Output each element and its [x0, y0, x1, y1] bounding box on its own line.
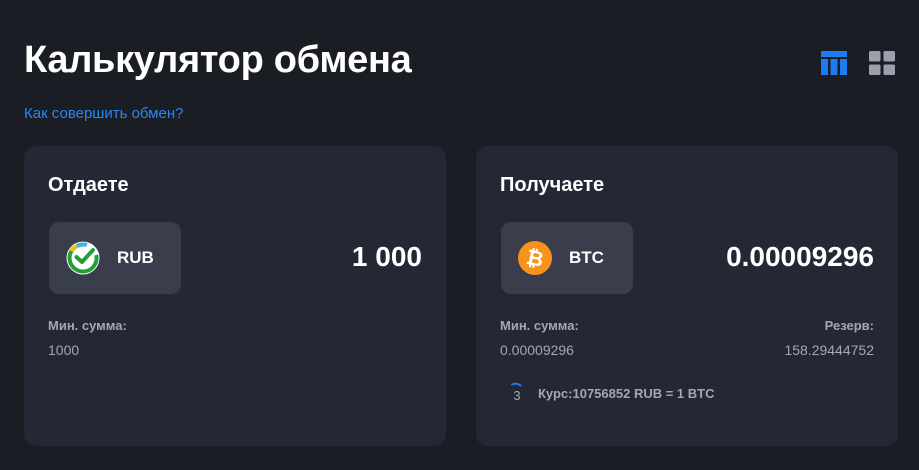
get-currency-selector[interactable]: ₿ BTC	[501, 222, 633, 294]
table-view-icon[interactable]	[821, 51, 847, 75]
give-currency-code: RUB	[117, 248, 154, 267]
get-min-value: 0.00009296	[500, 342, 574, 358]
give-amount-input[interactable]: 1 000	[352, 241, 422, 273]
get-currency-code: BTC	[569, 248, 604, 267]
give-min-label: Мин. сумма:	[48, 318, 127, 333]
rate-timer-value: 3	[513, 388, 521, 403]
get-min-label: Мин. сумма:	[500, 318, 579, 333]
get-card-title: Получаете	[500, 174, 605, 196]
give-min-value: 1000	[48, 342, 80, 358]
give-card: Отдаете RUB 1 000 Мин. сумма: 1000	[24, 146, 446, 446]
give-card-title: Отдаете	[48, 174, 129, 196]
view-toggle	[821, 51, 895, 75]
bitcoin-icon: ₿	[518, 241, 552, 275]
get-amount-input[interactable]: 0.00009296	[726, 241, 874, 273]
page-title: Калькулятор обмена	[24, 39, 412, 81]
how-to-exchange-link[interactable]: Как совершить обмен?	[24, 105, 183, 122]
give-currency-selector[interactable]: RUB	[49, 222, 181, 294]
reserve-label: Резерв:	[824, 318, 874, 333]
exchange-rate: 3 Курс:10756852 RUB = 1 BTC	[510, 382, 714, 404]
sber-icon	[66, 241, 100, 275]
rate-refresh-timer: 3	[510, 382, 528, 404]
rate-text: Курс:10756852 RUB = 1 BTC	[538, 385, 715, 401]
reserve-value: 158.29444752	[784, 342, 874, 358]
get-card: Получаете ₿ BTC 0.00009296 Мин. сумма: 0…	[476, 146, 898, 446]
grid-view-icon[interactable]	[869, 51, 895, 75]
